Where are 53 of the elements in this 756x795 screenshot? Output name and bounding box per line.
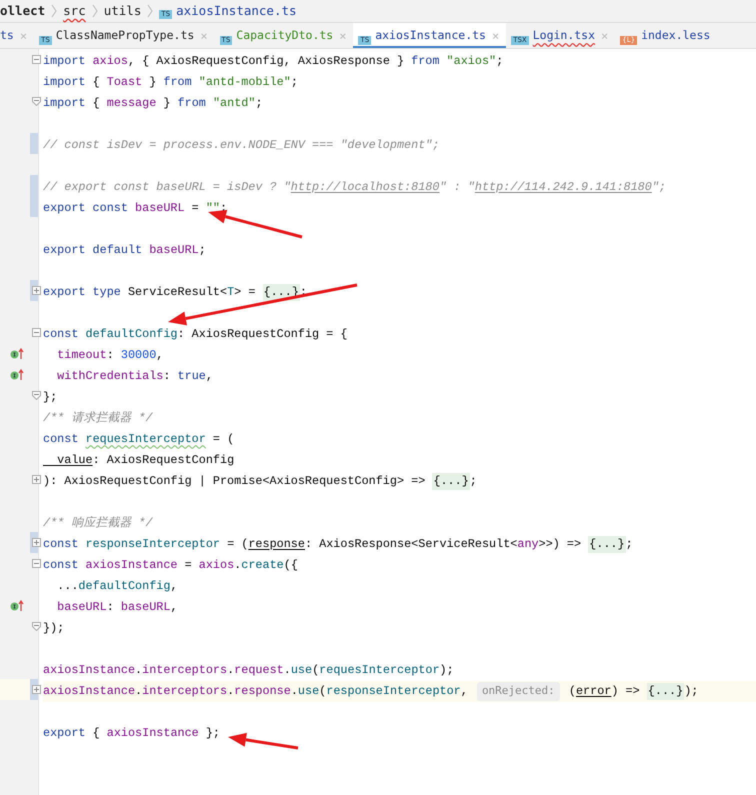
chevron-icon: [51, 4, 58, 18]
chevron-icon: [92, 4, 98, 18]
code-text: );: [684, 682, 698, 700]
expand-icon[interactable]: [32, 685, 41, 694]
code-text: timeout: 30000,: [56, 346, 164, 364]
collapse-icon[interactable]: [32, 55, 41, 64]
code-text: export type ServiceResult<T> =: [43, 284, 256, 301]
folded-code[interactable]: {...}: [646, 682, 684, 700]
code-text: const responseInterceptor = (response: AxiosResponse<ServiceResult<any>>) =>: [43, 536, 582, 553]
code-text: // export const baseURL = isDev ? "http://localhost:8180" : "http://114.242.9.141:8180";: [43, 178, 666, 196]
code-text: axiosInstance.interceptors.response.use(responseInterceptor,: [43, 682, 469, 700]
code-text: import { message } from "antd";: [43, 94, 263, 112]
breadcrumb-item[interactable]: src: [63, 2, 86, 20]
code-text: /** 请求拦截器 */: [43, 410, 153, 427]
expand-icon[interactable]: [32, 538, 41, 547]
file-tab[interactable]: ts ×: [0, 23, 34, 48]
chevron-icon: [147, 4, 154, 18]
code-text: ;: [470, 472, 477, 490]
code-text: ;: [626, 536, 633, 553]
expand-icon[interactable]: [32, 286, 41, 295]
code-text: value: AxiosRequestConfig: [56, 452, 234, 469]
folded-code[interactable]: {...}: [588, 536, 626, 554]
implements-icon[interactable]: [10, 600, 24, 612]
code-text: export { axiosInstance };: [43, 724, 220, 742]
implements-icon[interactable]: [10, 369, 24, 381]
collapse-icon[interactable]: [32, 559, 41, 568]
breadcrumb-item[interactable]: axiosInstance.ts: [176, 2, 297, 20]
parameter-hint: onRejected:: [476, 682, 560, 701]
code-text: // const isDev = process.env.NODE_ENV === "development";: [43, 136, 440, 154]
code-text: ...defaultConfig,: [56, 578, 178, 595]
code-text: const axiosInstance = axios.create({: [43, 556, 298, 574]
expand-icon[interactable]: [32, 475, 41, 484]
code-text: (error) =>: [568, 682, 641, 700]
collapse-icon[interactable]: [32, 622, 41, 631]
collapse-icon[interactable]: [32, 97, 41, 106]
arrow-annotation: [228, 732, 298, 750]
code-text: const requesInterceptor = (: [43, 430, 234, 448]
breadcrumb-item[interactable]: utils: [104, 2, 142, 20]
code-text: import axios, { AxiosRequestConfig, AxiosResponse } from "axios";: [43, 52, 504, 70]
code-text: withCredentials: true,: [56, 368, 213, 385]
folded-code[interactable]: {...}: [432, 472, 470, 490]
code-text: export default baseURL;: [43, 242, 206, 259]
code-text: baseURL: baseURL,: [56, 598, 178, 616]
code-text: };: [43, 388, 58, 406]
code-text: const defaultConfig: AxiosRequestConfig = {: [43, 326, 348, 343]
collapse-icon[interactable]: [32, 328, 41, 337]
code-text: /** 响应拦截器 */: [43, 514, 153, 532]
breadcrumb-item[interactable]: ollect: [0, 2, 46, 20]
implements-icon[interactable]: [10, 348, 24, 360]
collapse-icon[interactable]: [32, 391, 41, 400]
code-text: import { Toast } from "antd-mobile";: [43, 74, 298, 91]
code-text: });: [43, 620, 64, 637]
code-text: axiosInstance.interceptors.request.use(requesInterceptor);: [43, 662, 454, 679]
